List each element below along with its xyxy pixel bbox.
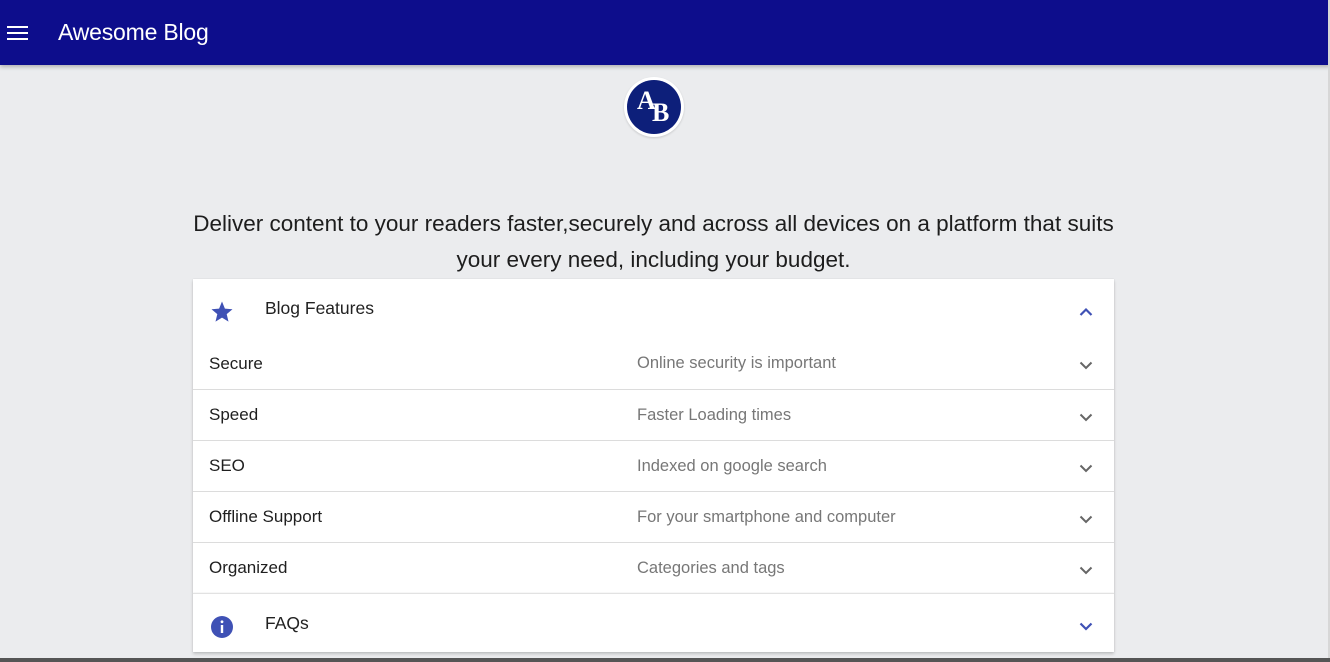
features-list: Secure Online security is important Spee… [193,338,1114,593]
feature-description: Categories and tags [637,558,785,577]
star-icon [210,300,234,324]
feature-title: Secure [209,353,263,373]
logo-badge: A B [627,80,681,134]
accordion: Blog Features Secure Online security is … [193,279,1114,652]
feature-item-speed[interactable]: Speed Faster Loading times [193,389,1114,440]
feature-description: Faster Loading times [637,405,792,424]
features-panel-header[interactable]: Blog Features [193,279,1114,338]
feature-title: Offline Support [209,507,323,526]
feature-description: For your smartphone and computer [637,507,896,526]
tagline: Deliver content to your readers faster,s… [193,211,1114,272]
logo-letter-b: B [652,98,670,127]
feature-title: Speed [209,405,259,424]
features-panel-title: Blog Features [265,298,374,318]
hamburger-menu-icon[interactable] [1,16,35,50]
feature-description: Online security is important [637,354,836,372]
chevron-up-icon[interactable] [1079,303,1093,321]
feature-item-organized[interactable]: Organized Categories and tags [193,542,1114,593]
top-toolbar: Awesome Blog [0,0,1330,65]
feature-title: SEO [209,456,245,475]
info-icon [210,615,234,639]
bottom-edge [0,658,1330,662]
chevron-down-icon[interactable] [1079,357,1093,375]
feature-item-secure[interactable]: Secure Online security is important [193,338,1114,389]
faq-panel: FAQs [193,593,1114,652]
chevron-down-icon[interactable] [1079,618,1093,636]
feature-item-seo[interactable]: SEO Indexed on google search [193,440,1114,491]
feature-item-offline-support[interactable]: Offline Support For your smartphone and … [193,491,1114,542]
chevron-down-icon[interactable] [1079,409,1093,427]
chevron-down-icon[interactable] [1079,460,1093,478]
faq-panel-title: FAQs [265,613,309,633]
chevron-down-icon[interactable] [1079,511,1093,529]
faq-panel-header[interactable]: FAQs [193,594,1114,653]
chevron-down-icon[interactable] [1079,562,1093,580]
feature-title: Organized [209,558,288,577]
blog-logo: A B [624,77,684,137]
feature-description: Indexed on google search [637,456,827,475]
app-title: Awesome Blog [58,19,209,45]
features-panel: Blog Features Secure Online security is … [193,279,1114,593]
